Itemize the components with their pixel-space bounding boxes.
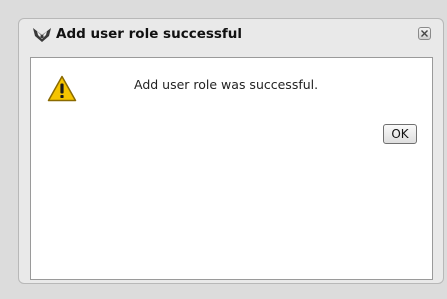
dialog-content: Add user role was successful. OK <box>30 57 433 280</box>
dialog-titlebar[interactable]: Add user role successful <box>19 19 443 49</box>
ok-button[interactable]: OK <box>383 124 417 144</box>
dialog-message: Add user role was successful. <box>134 77 319 92</box>
app-logo-icon <box>32 26 52 44</box>
close-icon <box>421 30 428 37</box>
dialog-title: Add user role successful <box>56 26 243 42</box>
message-dialog: Add user role successful Add user role w… <box>18 18 444 284</box>
close-button[interactable] <box>418 27 431 40</box>
warning-icon <box>47 75 77 102</box>
